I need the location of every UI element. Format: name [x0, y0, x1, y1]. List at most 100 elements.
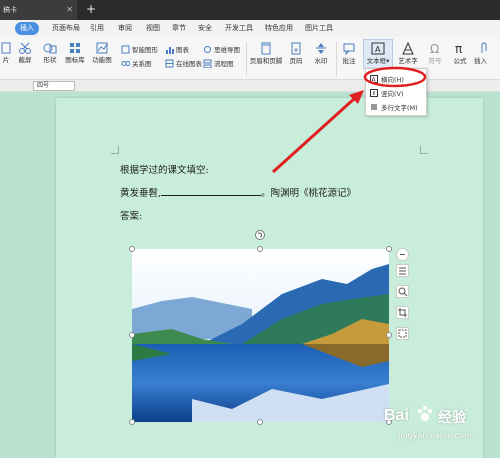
menu-insert[interactable]: 插入	[15, 22, 39, 35]
resize-handle[interactable]	[129, 246, 135, 252]
more-tool[interactable]	[396, 327, 409, 340]
font-size-select[interactable]: 四号	[33, 81, 75, 91]
collapse-tool[interactable]	[396, 248, 409, 261]
svg-text:#: #	[294, 48, 298, 54]
minus-icon	[400, 254, 405, 255]
svg-text:A: A	[375, 45, 381, 54]
svg-text:Ω: Ω	[430, 42, 439, 55]
multiline-label: 多行文字(M)	[381, 104, 418, 112]
shapes-button[interactable]: 形状	[38, 42, 62, 64]
svg-text:π: π	[455, 42, 462, 55]
question-line: 根据学过的课文填空:	[120, 165, 209, 176]
menu-bar: 插入 页面布局 引用 审阅 视图 章节 安全 开发工具 特色应用 图片工具	[0, 20, 500, 37]
menu-chapter[interactable]: 章节	[172, 20, 186, 37]
zoom-in-icon	[398, 287, 408, 297]
relation-chart-button[interactable]: 关系图	[121, 58, 152, 68]
watermark-button[interactable]: 水印	[310, 42, 332, 65]
landscape-image	[132, 249, 389, 422]
relation-chart-label: 关系图	[132, 60, 152, 68]
page-number-icon: #	[291, 42, 301, 55]
resize-handle[interactable]	[129, 419, 135, 425]
chart-button[interactable]: 图表	[165, 44, 189, 54]
online-chart-button[interactable]: 在线图表	[165, 58, 202, 68]
insert-attachment-button[interactable]: 插入	[474, 42, 500, 65]
layout-options-tool[interactable]	[396, 264, 409, 277]
menu-developer[interactable]: 开发工具	[225, 20, 253, 37]
page-number-button[interactable]: # 页码	[285, 42, 307, 65]
baidu-jingyan-watermark: Bai 经验 jingyan.baidu.com	[384, 401, 496, 449]
menu-features[interactable]: 特色应用	[265, 20, 293, 37]
menu-item-vertical[interactable]: 竖向(V)	[370, 88, 404, 98]
formula-button[interactable]: π 公式	[449, 42, 471, 65]
icon-library-button[interactable]: 图标库	[62, 42, 88, 64]
smart-art-label: 智能图形	[132, 46, 158, 54]
textbox-button[interactable]: A 文本框▾	[363, 39, 393, 69]
screenshot-label: 截屏	[18, 56, 32, 64]
online-chart-label: 在线图表	[176, 60, 202, 68]
chart-label: 图表	[176, 46, 189, 54]
resize-handle[interactable]	[257, 419, 263, 425]
menu-view[interactable]: 视图	[146, 20, 160, 37]
blank-line-suffix: 。陶渊明《桃花源记》	[261, 188, 357, 199]
horizontal-textbox-icon: A	[370, 75, 378, 83]
resize-handle[interactable]	[386, 332, 392, 338]
fill-in-blank[interactable]	[161, 187, 262, 196]
resize-handle[interactable]	[257, 246, 263, 252]
relation-icon	[121, 60, 130, 66]
resize-handle[interactable]	[386, 246, 392, 252]
mind-map-icon	[204, 45, 211, 53]
menu-item-horizontal[interactable]: A 横向(H)	[370, 74, 404, 84]
menu-references[interactable]: 引用	[90, 20, 104, 37]
picture-label: 片	[2, 56, 10, 64]
textbox-icon: A	[371, 42, 385, 55]
comment-label: 批注	[342, 57, 356, 65]
flowchart-button[interactable]: 流程图	[203, 58, 234, 68]
art-text-button[interactable]: 艺术字	[396, 42, 420, 65]
close-tab-icon[interactable]: ✕	[66, 0, 73, 20]
smart-art-button[interactable]: 智能图形	[121, 44, 158, 54]
margin-corner-mark	[420, 146, 428, 154]
shapes-label: 形状	[43, 56, 57, 64]
margin-corner-mark	[111, 146, 119, 154]
watermark-url: jingyan.baidu.com	[398, 431, 472, 440]
header-footer-label: 页眉和页脚	[249, 57, 283, 65]
function-chart-icon	[96, 42, 108, 54]
shapes-icon	[43, 43, 57, 54]
paw-icon	[418, 406, 432, 421]
multiline-textbox-icon	[371, 104, 377, 110]
mind-map-label: 思维导图	[214, 46, 240, 54]
new-tab-icon[interactable]: +	[86, 0, 96, 19]
menu-review[interactable]: 审阅	[118, 20, 132, 37]
watermark-label: 水印	[314, 57, 328, 65]
menu-item-multiline[interactable]: 多行文字(M)	[370, 102, 418, 112]
menu-picture-tools[interactable]: 图片工具	[305, 20, 333, 37]
chevron-down-icon: ▾	[386, 57, 390, 65]
mind-map-button[interactable]: 思维导图	[203, 44, 240, 54]
resize-handle[interactable]	[129, 332, 135, 338]
symbol-label: 符号	[428, 57, 442, 65]
crop-tool[interactable]	[396, 306, 409, 319]
picture-button[interactable]: 片	[0, 42, 12, 64]
screenshot-button[interactable]: 截屏	[12, 42, 38, 64]
blank-line-prefix: 黄发垂髫,	[120, 188, 162, 199]
menu-page-layout[interactable]: 页面布局	[52, 20, 80, 37]
document-tab[interactable]: 稿卡 ✕	[0, 0, 77, 20]
frame-icon	[398, 329, 407, 338]
rotate-handle-icon[interactable]	[254, 229, 266, 241]
comment-icon	[343, 43, 355, 55]
header-footer-button[interactable]: 页眉和页脚	[249, 42, 283, 65]
function-chart-button[interactable]: 功能图	[89, 42, 115, 64]
picture-icon	[1, 42, 11, 54]
title-tab-bar: 稿卡 ✕ +	[0, 0, 500, 20]
crop-icon	[398, 308, 407, 317]
zoom-tool[interactable]	[396, 285, 409, 298]
bar-chart-icon	[166, 46, 174, 54]
menu-security[interactable]: 安全	[198, 20, 212, 37]
landscape-photo[interactable]	[132, 249, 389, 422]
smart-art-icon	[121, 45, 130, 53]
art-text-icon	[402, 42, 414, 55]
flowchart-label: 流程图	[214, 60, 234, 68]
layout-icon	[399, 267, 406, 275]
comment-button[interactable]: 批注	[339, 42, 359, 65]
symbol-button[interactable]: Ω 符号	[424, 42, 446, 65]
